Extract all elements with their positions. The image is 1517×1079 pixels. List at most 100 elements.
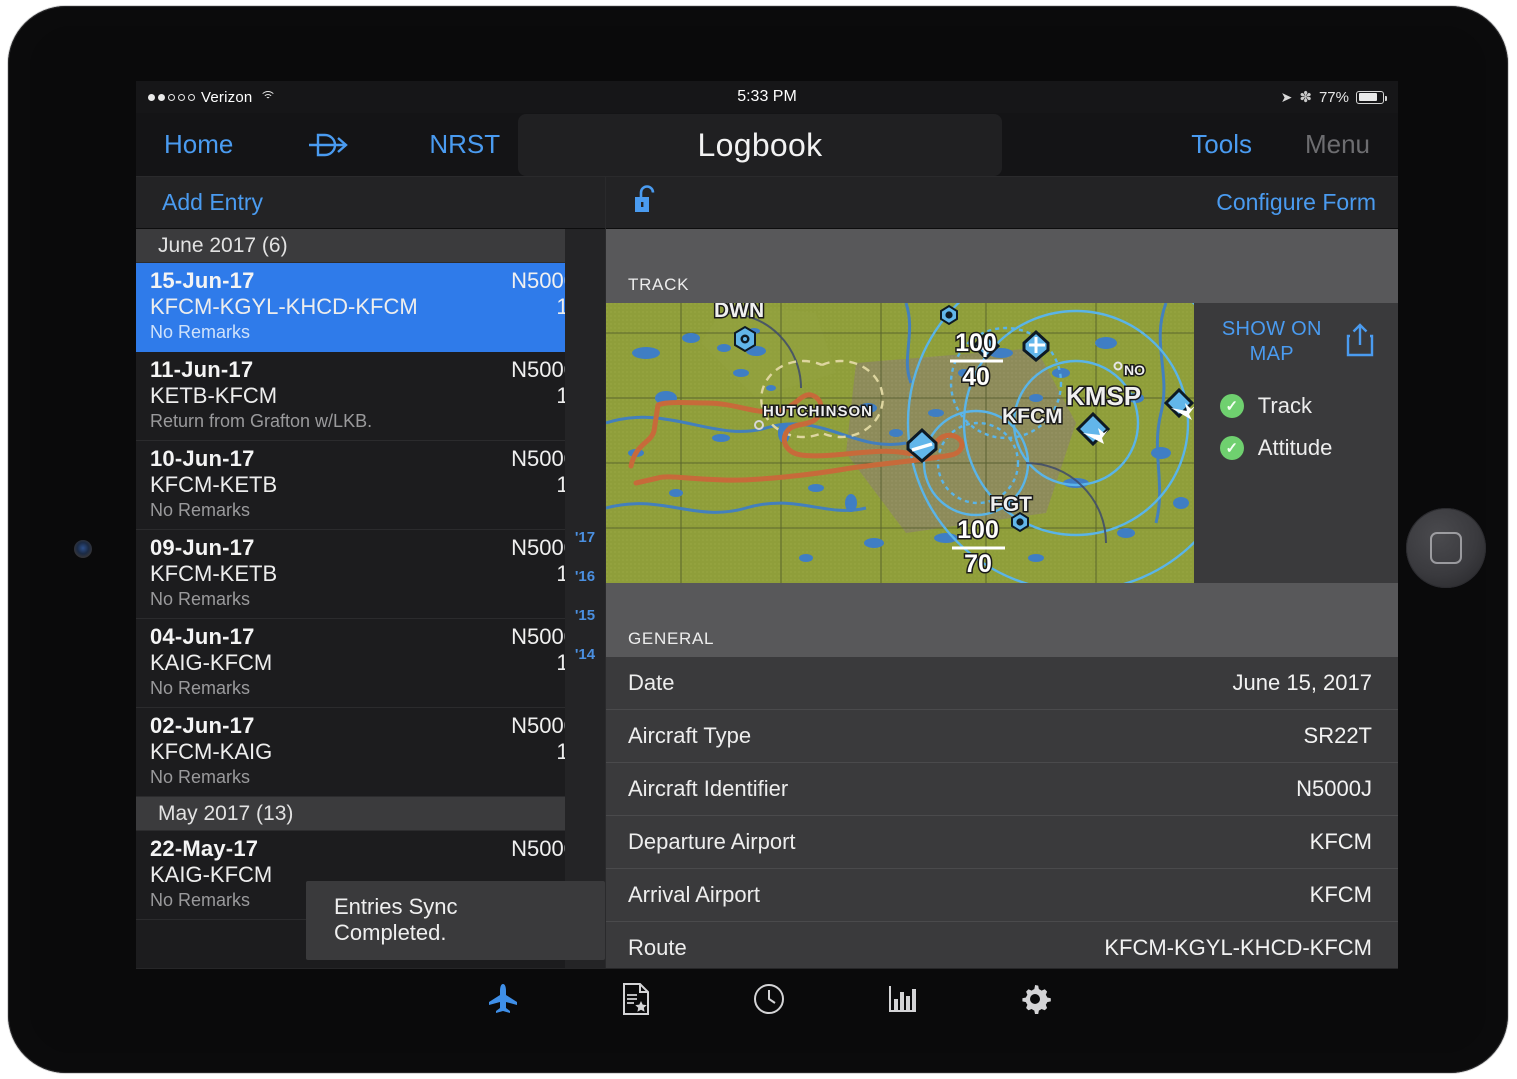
entry-remarks: No Remarks	[150, 500, 587, 521]
svg-text:NO: NO	[1124, 362, 1145, 378]
configure-form-button[interactable]: Configure Form	[1216, 189, 1376, 216]
unlocked-padlock-icon[interactable]	[632, 183, 662, 222]
tab-label: Endorsements	[581, 1020, 691, 1021]
form-row-aircraft-identifier[interactable]: Aircraft IdentifierN5000J	[606, 763, 1398, 816]
tab-currency[interactable]: Currency	[702, 969, 835, 1021]
location-arrow-icon: ➤	[1281, 89, 1293, 106]
home-button[interactable]	[1406, 508, 1486, 588]
nav-menu-button[interactable]: Menu	[1305, 129, 1370, 160]
tab-reports[interactable]: Reports	[835, 969, 968, 1021]
entries-toolbar: Add Entry	[136, 177, 605, 229]
device-frame: Verizon 5:33 PM ➤ ✽ 77% Home NRST	[8, 6, 1508, 1073]
entry-list-item[interactable]: 04-Jun-17N5000JKAIG-KFCM1.4No Remarks	[136, 619, 605, 708]
year-index-15[interactable]: '15	[575, 607, 595, 624]
nav-home-button[interactable]: Home	[164, 129, 233, 160]
tab-label: Settings	[1004, 1019, 1065, 1021]
track-section-label: TRACK	[606, 229, 1398, 303]
svg-text:100: 100	[955, 329, 997, 357]
nav-tools-button[interactable]: Tools	[1191, 129, 1252, 160]
entry-route: KETB-KFCM	[150, 383, 277, 409]
svg-text:FGT: FGT	[990, 493, 1032, 516]
year-index-17[interactable]: '17	[575, 529, 595, 546]
entry-remarks: No Remarks	[150, 767, 587, 788]
show-on-map-label: SHOW ON MAP	[1194, 317, 1344, 367]
general-section-label: GENERAL	[606, 583, 1398, 657]
document-star-icon	[621, 982, 651, 1016]
entry-list-item[interactable]: 11-Jun-17N5000JKETB-KFCM1.9Return from G…	[136, 352, 605, 441]
overlay-label: Attitude	[1258, 435, 1333, 461]
entry-date: 02-Jun-17	[150, 713, 255, 739]
entry-list-item[interactable]: 15-Jun-17N5000JKFCM-KGYL-KHCD-KFCM1.3No …	[136, 263, 605, 352]
content-area: Add Entry June 2017 (6)15-Jun-17N5000JKF…	[136, 177, 1398, 968]
share-icon[interactable]	[1344, 321, 1376, 364]
form-row-value: SR22T	[1304, 723, 1372, 749]
form-row-value: KFCM	[1310, 882, 1372, 908]
status-bar-clock: 5:33 PM	[136, 88, 1398, 106]
entry-date: 15-Jun-17	[150, 268, 255, 294]
entry-route: KAIG-KFCM	[150, 862, 272, 888]
entry-route: KFCM-KETB	[150, 472, 277, 498]
tab-bar-spacer-left	[136, 969, 436, 1021]
entry-route: KFCM-KAIG	[150, 739, 272, 765]
page-title: Logbook	[698, 127, 823, 164]
entry-date: 10-Jun-17	[150, 446, 255, 472]
year-index-16[interactable]: '16	[575, 568, 595, 585]
svg-text:DWN: DWN	[714, 303, 764, 322]
nav-nearest-button[interactable]: NRST	[429, 129, 500, 160]
svg-text:KMSP: KMSP	[1066, 381, 1141, 411]
detail-toolbar: Configure Form	[606, 177, 1398, 229]
checkmark-icon: ✓	[1220, 394, 1244, 418]
tab-endorsements[interactable]: Endorsements	[569, 969, 702, 1021]
screen: Verizon 5:33 PM ➤ ✽ 77% Home NRST	[136, 81, 1398, 1021]
form-row-departure-airport[interactable]: Departure Airport KFCM	[606, 816, 1398, 869]
tab-label: Entries	[476, 1019, 529, 1021]
overlay-toggle-attitude[interactable]: ✓ Attitude	[1220, 435, 1398, 461]
entry-list-item[interactable]: 02-Jun-17N5000JKFCM-KAIG1.4No Remarks	[136, 708, 605, 797]
entry-remarks: No Remarks	[150, 589, 587, 610]
svg-text:HUTCHINSON: HUTCHINSON	[763, 403, 873, 420]
bar-chart-icon	[886, 983, 918, 1015]
tab-settings[interactable]: Settings	[968, 969, 1101, 1021]
form-row-value: June 15, 2017	[1233, 670, 1372, 696]
tab-entries[interactable]: Entries	[436, 969, 569, 1021]
svg-text:70: 70	[964, 550, 992, 578]
clock-icon	[753, 983, 785, 1015]
entry-route: KFCM-KGYL-KHCD-KFCM	[150, 294, 418, 320]
flight-track-map[interactable]: DWN HUTCHINSON KMSP KFCM FGT NO 100	[606, 303, 1194, 583]
airplane-icon	[486, 983, 520, 1015]
general-form-rows: Date June 15, 2017 Aircraft TypeSR22TAircr…	[606, 657, 1398, 968]
form-row-value: N5000J	[1296, 776, 1372, 802]
page-title-pill: Logbook	[518, 114, 1002, 176]
tab-label: Currency	[734, 1019, 803, 1021]
entry-date: 09-Jun-17	[150, 535, 255, 561]
entry-detail-pane: Configure Form TRACK	[606, 177, 1398, 968]
gear-icon	[1019, 983, 1051, 1015]
entry-list-item[interactable]: 09-Jun-17N5000JKFCM-KETB1.4No Remarks	[136, 530, 605, 619]
year-index-14[interactable]: '14	[575, 646, 595, 663]
year-index-bar[interactable]: '17 '16 '15 '14	[565, 229, 605, 968]
entry-remarks: No Remarks	[150, 322, 587, 343]
battery-icon	[1356, 91, 1384, 104]
logbook-entries-pane: Add Entry June 2017 (6)15-Jun-17N5000JKF…	[136, 177, 606, 968]
overlay-toggle-track[interactable]: ✓ Track	[1220, 393, 1398, 419]
svg-text:KFCM: KFCM	[1002, 405, 1063, 428]
form-row-arrival-airport[interactable]: Arrival AirportKFCM	[606, 869, 1398, 922]
overlay-label: Track	[1258, 393, 1312, 419]
form-row-aircraft-type[interactable]: Aircraft TypeSR22T	[606, 710, 1398, 763]
svg-text:100: 100	[957, 516, 999, 544]
entry-route: KAIG-KFCM	[150, 650, 272, 676]
form-row-route[interactable]: RouteKFCM-KGYL-KHCD-KFCM	[606, 922, 1398, 968]
add-entry-button[interactable]: Add Entry	[162, 189, 263, 216]
sync-toast: Entries Sync Completed.	[306, 881, 605, 960]
track-section: DWN HUTCHINSON KMSP KFCM FGT NO 100	[606, 303, 1398, 583]
entry-section-header: May 2017 (13)	[136, 797, 605, 831]
form-row-value: KFCM	[1310, 829, 1372, 855]
direct-to-icon[interactable]	[305, 131, 351, 159]
entry-list[interactable]: June 2017 (6)15-Jun-17N5000JKFCM-KGYL-KH…	[136, 229, 605, 968]
checkmark-icon: ✓	[1220, 436, 1244, 460]
form-row-label: Departure Airport	[628, 829, 796, 855]
form-row-label: Date	[628, 670, 674, 696]
form-row-date[interactable]: Date June 15, 2017	[606, 657, 1398, 710]
svg-text:40: 40	[962, 363, 990, 391]
entry-list-item[interactable]: 10-Jun-17N5000JKFCM-KETB1.5No Remarks	[136, 441, 605, 530]
